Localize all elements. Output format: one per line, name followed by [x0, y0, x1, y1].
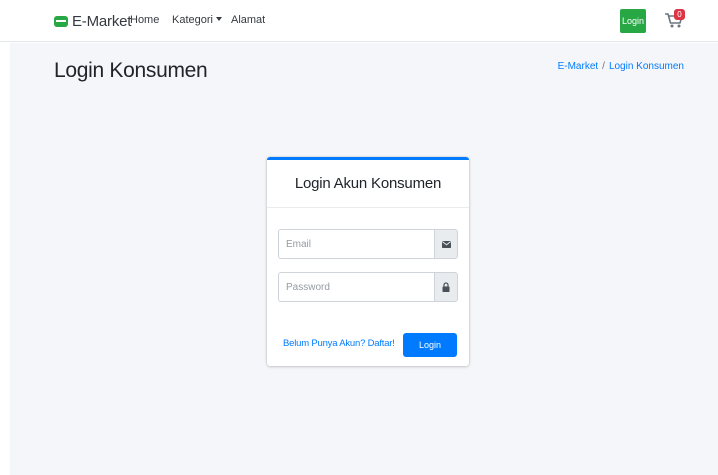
navbar-login-button[interactable]: Login	[620, 9, 646, 33]
email-addon	[434, 229, 458, 259]
email-input[interactable]	[278, 229, 434, 259]
card-divider	[267, 207, 469, 208]
nav-link-alamat[interactable]: Alamat	[231, 14, 265, 26]
login-submit-button[interactable]: Login	[403, 333, 457, 357]
breadcrumb-separator: /	[602, 61, 605, 72]
password-input[interactable]	[278, 272, 434, 302]
email-input-group	[278, 229, 458, 259]
brand-logo-icon	[54, 15, 68, 27]
envelope-icon	[441, 240, 451, 248]
login-card-title: Login Akun Konsumen	[294, 175, 442, 192]
caret-down-icon	[215, 17, 222, 21]
top-navbar: E-Market Home Kategori Alamat Login 0	[0, 0, 718, 42]
nav-link-kategori-label: Kategori	[172, 14, 213, 26]
brand-name: E-Market	[72, 12, 132, 30]
register-link[interactable]: Belum Punya Akun? Daftar!	[283, 338, 395, 349]
brand[interactable]: E-Market	[54, 11, 131, 31]
cart-count-badge: 0	[674, 9, 685, 20]
lock-icon	[442, 282, 450, 292]
breadcrumb: E-Market / Login Konsumen	[558, 61, 684, 72]
nav-link-home[interactable]: Home	[130, 14, 159, 26]
breadcrumb-current: Login Konsumen	[608, 61, 684, 72]
nav-link-kategori[interactable]: Kategori	[172, 14, 222, 26]
password-input-group	[278, 272, 458, 302]
breadcrumb-home-link[interactable]: E-Market	[558, 61, 599, 72]
password-addon	[434, 272, 458, 302]
login-card: Login Akun Konsumen Belum Punya Akun? Da…	[267, 157, 469, 366]
page-title: Login Konsumen	[54, 59, 208, 82]
